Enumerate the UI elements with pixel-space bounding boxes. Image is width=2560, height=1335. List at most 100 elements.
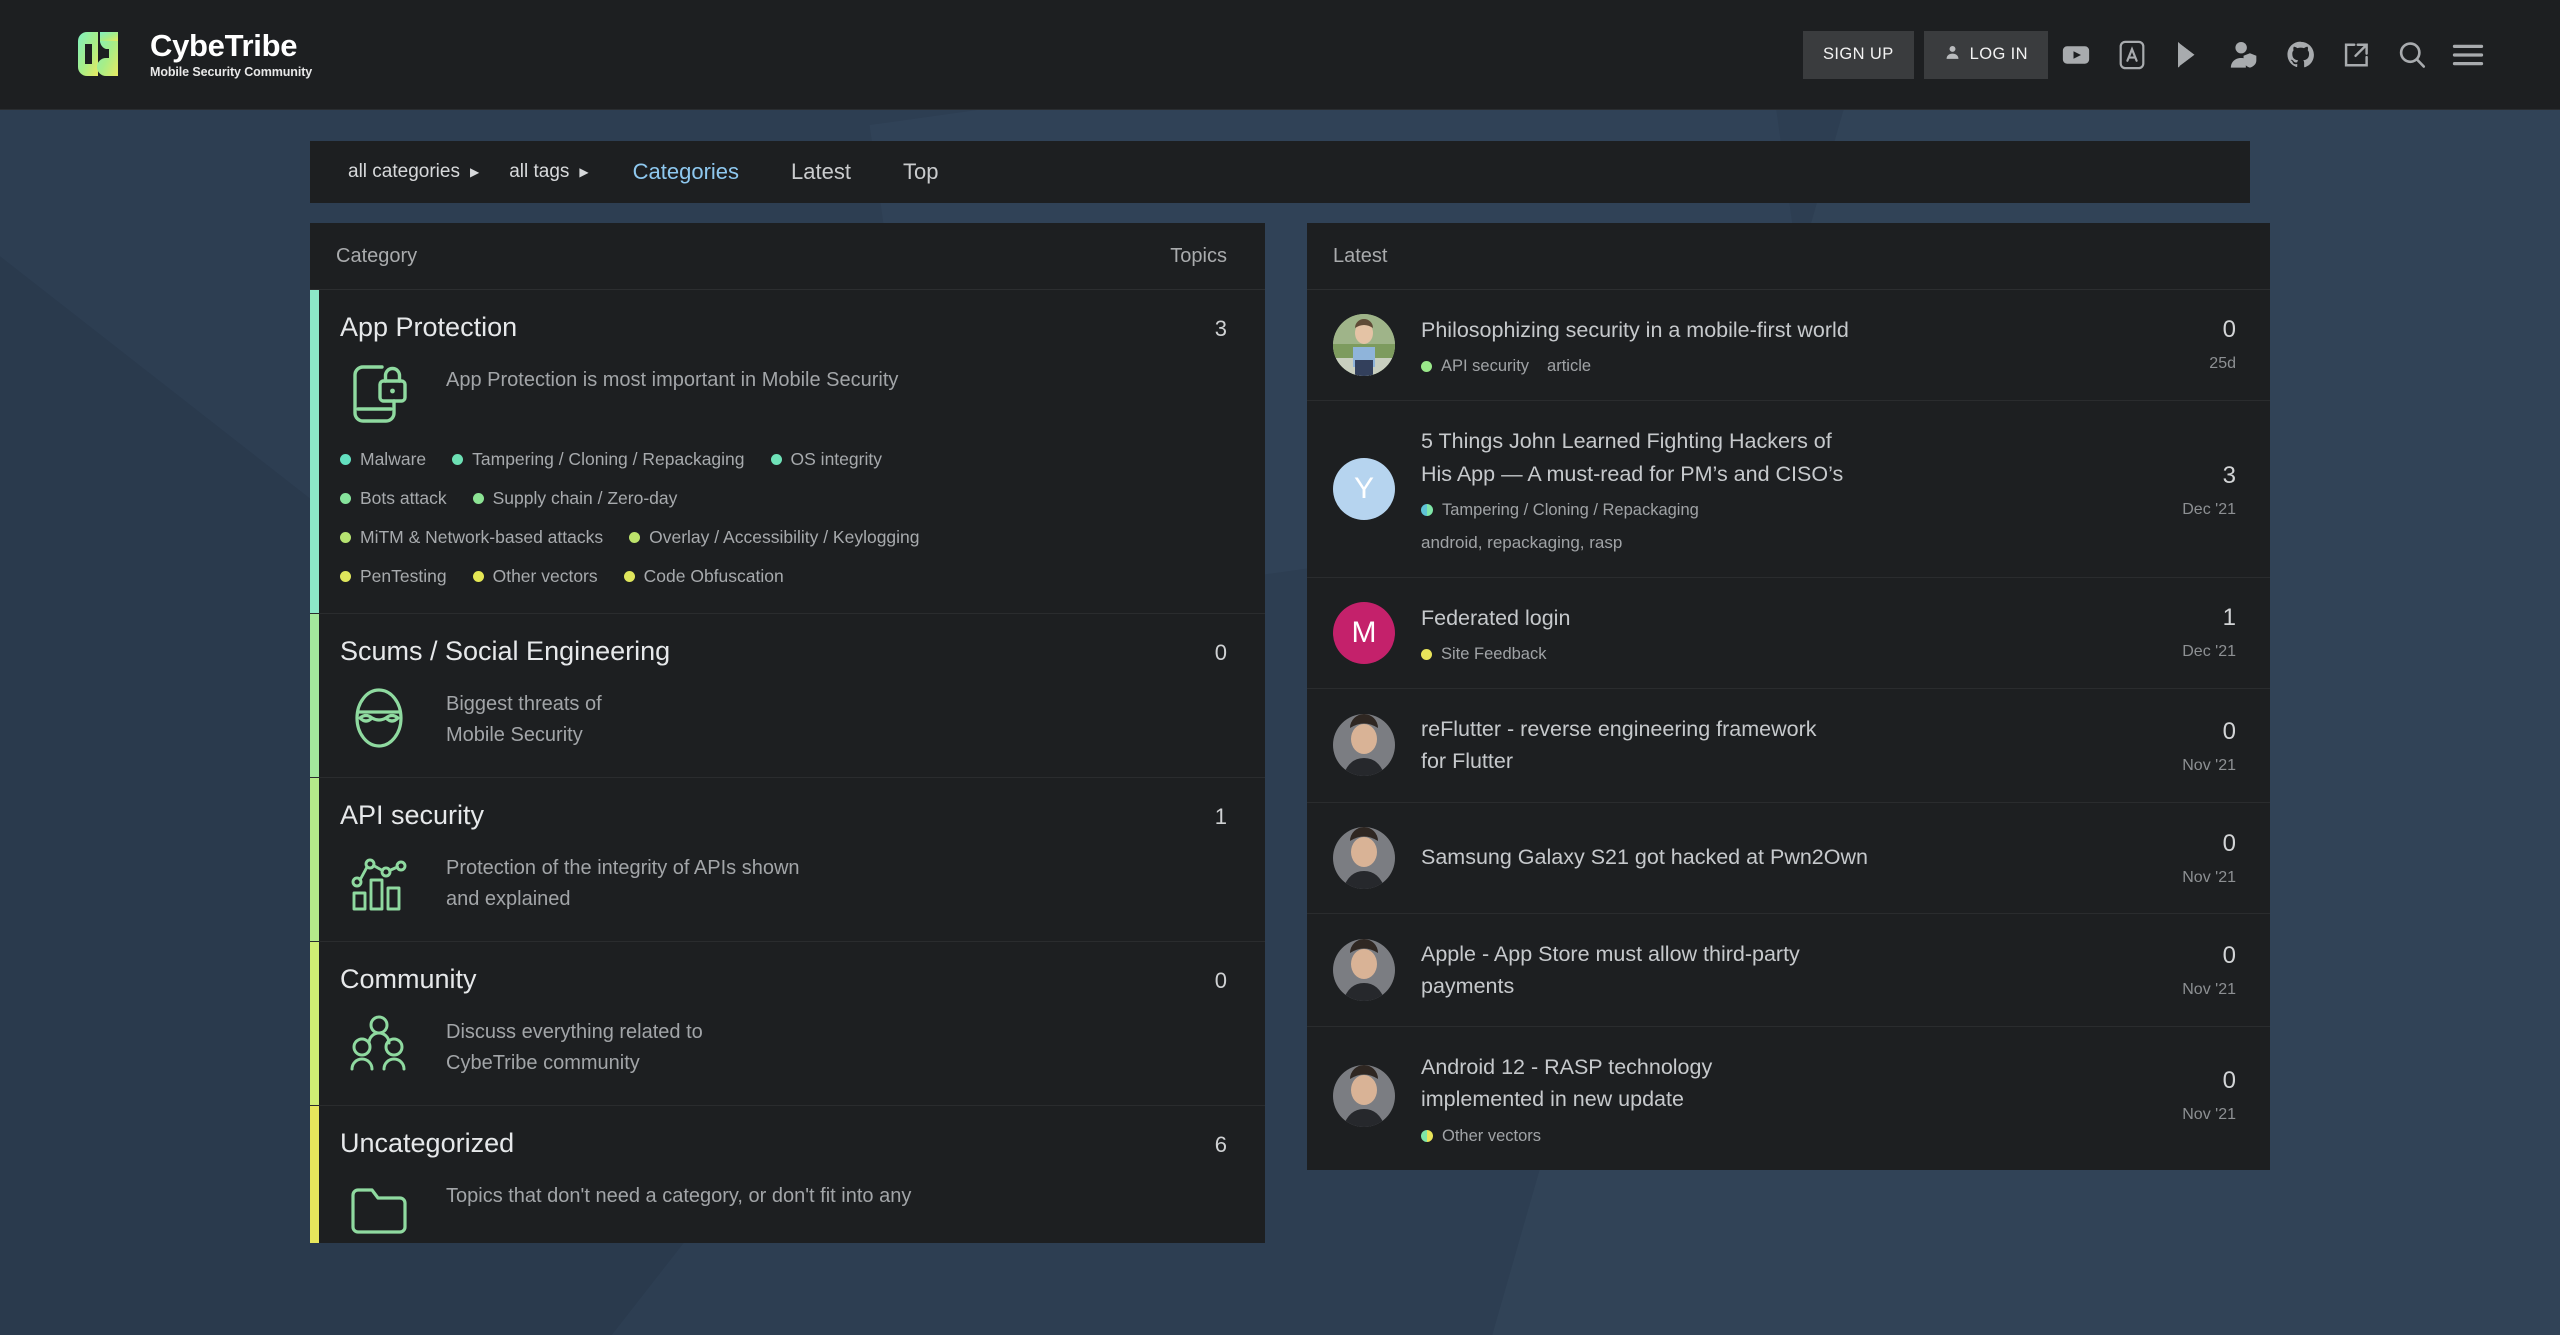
subcategory-tampering[interactable]: Tampering / Cloning / Repackaging [452,449,745,470]
latest-panel: Latest Philosophizing security in a mobi… [1307,223,2270,1170]
subcategory-label: Malware [360,449,427,469]
subcategory-dot [623,571,635,582]
subcategory-other-vectors[interactable]: Other vectors [472,566,598,587]
latest-category[interactable]: Tampering / Cloning / Repackaging [1442,501,1699,520]
category-color-bar [310,942,319,1105]
all-categories-label: all categories [348,161,460,182]
reply-count: 0 [2222,316,2236,343]
latest-tag[interactable]: article [1547,357,1591,376]
log-in-button[interactable]: LOG IN [1923,30,2048,79]
latest-category[interactable]: Other vectors [1442,1127,1541,1146]
subcategory-code-obfuscation[interactable]: Code Obfuscation [623,566,784,587]
category-topic-count: 0 [1214,968,1227,993]
latest-row[interactable]: Android 12 - RASP technology implemented… [1307,1027,2270,1170]
category-description-text: Biggest threats of Mobile Security [446,693,602,746]
page-content: all categories ▶ all tags ▶ Categories L… [0,110,2560,1243]
subcategory-mitm[interactable]: MiTM & Network-based attacks [340,527,603,548]
latest-tags[interactable]: android, repackaging, rasp [1421,533,2124,553]
all-categories-dropdown[interactable]: all categories ▶ [336,161,497,183]
category-topic-count: 1 [1214,804,1227,829]
category-title[interactable]: Scums / Social Engineering [340,636,670,667]
latest-category[interactable]: Site Feedback [1441,645,1546,664]
category-color-bar [310,614,319,777]
latest-title[interactable]: Samsung Galaxy S21 got hacked at Pwn2Own [1421,841,2124,873]
category-topic-count: 0 [1214,640,1227,665]
category-topic-count: 3 [1214,316,1227,341]
avatar[interactable] [1333,1065,1395,1127]
subcategory-label: MiTM & Network-based attacks [360,527,604,547]
subcategory-label: OS integrity [790,449,882,469]
subcategory-bots-attack[interactable]: Bots attack [340,488,447,509]
youtube-icon[interactable] [2048,31,2104,79]
latest-row[interactable]: Samsung Galaxy S21 got hacked at Pwn2Own… [1307,803,2270,914]
chevron-right-icon: ▶ [469,165,480,179]
latest-title[interactable]: 5 Things John Learned Fighting Hackers o… [1421,425,1851,490]
subcategory-os-integrity[interactable]: OS integrity [770,449,882,470]
category-title[interactable]: Uncategorized [340,1128,514,1159]
latest-title[interactable]: reFlutter - reverse engineering framewor… [1421,713,1821,778]
activity-date: 25d [2209,355,2236,372]
subcategory-label: Other vectors [492,566,598,586]
sign-up-button[interactable]: SIGN UP [1803,30,1914,79]
masked-face-icon [340,681,418,751]
category-row-scums-social-engineering[interactable]: Scums / Social Engineering 0 Biggest thr… [310,614,1265,778]
google-play-icon[interactable] [2160,31,2216,79]
people-group-icon [340,1009,418,1079]
category-row-uncategorized[interactable]: Uncategorized 6 Topics that don't need a… [310,1106,1265,1243]
user-icon [1944,44,1961,66]
site-logo[interactable]: CybeTribe Mobile Security Community [64,29,313,80]
external-link-icon[interactable] [2328,31,2384,79]
latest-title[interactable]: Apple - App Store must allow third-party… [1421,938,1821,1003]
latest-title[interactable]: Federated login [1421,602,2124,634]
tab-latest[interactable]: Latest [765,159,877,185]
all-tags-label: all tags [509,161,570,182]
subcategory-dot [452,454,464,465]
phone-lock-icon [340,357,418,427]
latest-row[interactable]: M Federated login Site Feedback 1 Dec '2… [1307,578,2270,689]
category-dot [1421,361,1432,373]
folder-icon [340,1173,418,1243]
tab-top[interactable]: Top [877,159,964,185]
avatar[interactable]: M [1333,601,1395,664]
subcategory-dot [340,454,351,465]
category-topic-count: 6 [1214,1132,1227,1157]
user-shield-icon[interactable] [2216,31,2272,79]
category-description-text: Discuss everything related to CybeTribe … [446,1021,703,1074]
latest-title[interactable]: Android 12 - RASP technology implemented… [1421,1051,1841,1116]
latest-row[interactable]: Y 5 Things John Learned Fighting Hackers… [1307,401,2270,578]
navigation-bar: all categories ▶ all tags ▶ Categories L… [310,141,2250,203]
tab-categories[interactable]: Categories [607,159,765,185]
hamburger-menu-icon[interactable] [2440,31,2496,79]
category-row-community[interactable]: Community 0 Discuss everything related t… [310,942,1265,1106]
category-description-text: Protection of the integrity of APIs show… [446,857,800,910]
search-icon[interactable] [2384,31,2440,79]
avatar[interactable] [1333,938,1395,1001]
latest-title[interactable]: Philosophizing security in a mobile-firs… [1421,314,2124,346]
latest-row[interactable]: Philosophizing security in a mobile-firs… [1307,290,2270,402]
app-store-icon[interactable] [2104,31,2160,79]
avatar[interactable] [1333,714,1395,777]
subcategory-label: PenTesting [360,566,447,586]
subcategory-supply-chain[interactable]: Supply chain / Zero-day [472,488,677,509]
category-title[interactable]: App Protection [340,312,517,343]
latest-row[interactable]: Apple - App Store must allow third-party… [1307,914,2270,1027]
subcategory-pentesting[interactable]: PenTesting [340,566,447,587]
category-color-bar [310,1106,319,1243]
subcategory-overlay[interactable]: Overlay / Accessibility / Keylogging [629,527,920,548]
avatar[interactable] [1333,826,1395,889]
github-icon[interactable] [2272,31,2328,79]
latest-category[interactable]: API security [1441,357,1529,376]
category-title[interactable]: API security [340,800,484,831]
latest-row[interactable]: reFlutter - reverse engineering framewor… [1307,689,2270,803]
all-tags-dropdown[interactable]: all tags ▶ [497,161,606,183]
reply-count: 0 [2222,942,2236,970]
activity-date: Nov '21 [2182,1106,2236,1123]
category-title[interactable]: Community [340,964,477,995]
avatar[interactable] [1333,314,1395,376]
category-row-api-security[interactable]: API security 1 Protection of the integri… [310,778,1265,942]
subcategory-malware[interactable]: Malware [340,449,426,470]
avatar-letter: Y [1353,472,1374,505]
avatar[interactable]: Y [1333,458,1395,520]
brand-subtitle: Mobile Security Community [150,65,313,80]
category-row-app-protection[interactable]: App Protection 3 App Protection is most … [310,290,1265,614]
